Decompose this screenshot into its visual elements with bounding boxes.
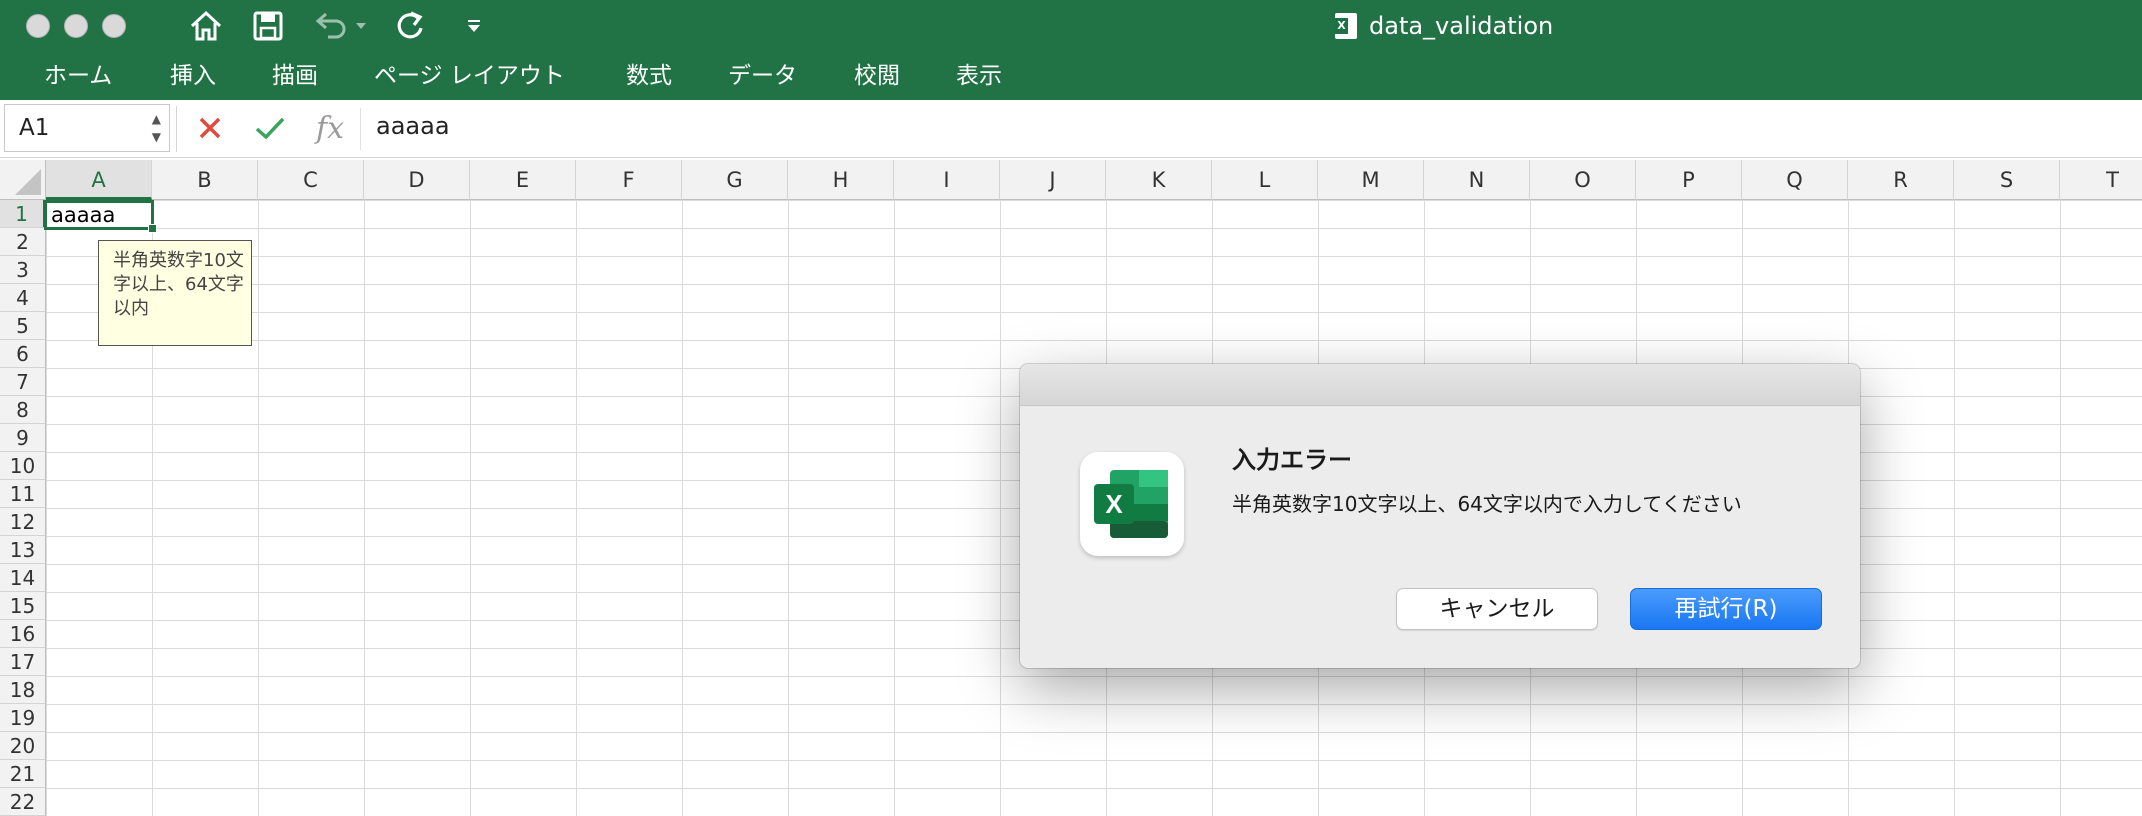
excel-app-icon-letter: X (1105, 489, 1123, 519)
row-header-5[interactable]: 5 (0, 312, 46, 340)
cancel-entry-icon[interactable] (194, 108, 226, 148)
column-header-g[interactable]: G (682, 160, 788, 200)
tab-formulas[interactable]: 数式 (626, 56, 672, 96)
dialog-title-bar (1020, 364, 1860, 406)
column-header-k[interactable]: K (1106, 160, 1212, 200)
row-header-4[interactable]: 4 (0, 284, 46, 312)
tab-data[interactable]: データ (728, 56, 797, 96)
formula-bar-divider (176, 106, 177, 152)
confirm-entry-icon[interactable] (252, 108, 288, 148)
tab-view[interactable]: 表示 (956, 56, 1002, 96)
row-header-15[interactable]: 15 (0, 592, 46, 620)
insert-function-icon[interactable]: fx (312, 108, 348, 148)
row-header-19[interactable]: 19 (0, 704, 46, 732)
row-header-16[interactable]: 16 (0, 620, 46, 648)
tab-page-layout[interactable]: ページ レイアウト (374, 56, 565, 96)
column-header-s[interactable]: S (1954, 160, 2060, 200)
select-all-corner[interactable] (0, 160, 46, 200)
name-box-stepper-icon[interactable]: ▲ ▼ (152, 110, 161, 146)
row-header-8[interactable]: 8 (0, 396, 46, 424)
column-header-c[interactable]: C (258, 160, 364, 200)
excel-file-icon: X (1335, 13, 1357, 39)
close-window-button[interactable] (26, 14, 50, 38)
excel-app-icon: X (1080, 452, 1184, 556)
row-header-9[interactable]: 9 (0, 424, 46, 452)
column-header-j[interactable]: J (1000, 160, 1106, 200)
row-header-22[interactable]: 22 (0, 788, 46, 816)
name-box-value: A1 (19, 115, 50, 141)
column-header-t[interactable]: T (2060, 160, 2142, 200)
column-header-b[interactable]: B (152, 160, 258, 200)
row-header-13[interactable]: 13 (0, 536, 46, 564)
ribbon: X data_validation ホーム 挿入 描画 ページ レイアウト 数式… (0, 0, 2142, 100)
formula-bar: A1 ▲ ▼ fx aaaaa (0, 100, 2142, 158)
row-header-3[interactable]: 3 (0, 256, 46, 284)
tab-insert[interactable]: 挿入 (170, 56, 216, 96)
input-error-dialog: X 入力エラー 半角英数字10文字以上、64文字以内で入力してください キャンセ… (1020, 364, 1860, 668)
column-header-m[interactable]: M (1318, 160, 1424, 200)
column-header-p[interactable]: P (1636, 160, 1742, 200)
save-icon[interactable] (248, 8, 288, 44)
row-header-21[interactable]: 21 (0, 760, 46, 788)
fill-handle[interactable] (148, 224, 157, 233)
zoom-window-button[interactable] (102, 14, 126, 38)
column-header-d[interactable]: D (364, 160, 470, 200)
cancel-button[interactable]: キャンセル (1396, 588, 1598, 630)
column-header-h[interactable]: H (788, 160, 894, 200)
row-header-18[interactable]: 18 (0, 676, 46, 704)
redo-icon[interactable] (390, 8, 430, 44)
column-header-e[interactable]: E (470, 160, 576, 200)
column-header-r[interactable]: R (1848, 160, 1954, 200)
dialog-message: 半角英数字10文字以上、64文字以内で入力してください (1232, 492, 1742, 516)
row-header-10[interactable]: 10 (0, 452, 46, 480)
row-header-6[interactable]: 6 (0, 340, 46, 368)
document-title: X data_validation (1335, 8, 1553, 44)
minimize-window-button[interactable] (64, 14, 88, 38)
row-header-2[interactable]: 2 (0, 228, 46, 256)
tab-review[interactable]: 校閲 (854, 56, 900, 96)
column-header-n[interactable]: N (1424, 160, 1530, 200)
row-header-14[interactable]: 14 (0, 564, 46, 592)
column-header-a[interactable]: A (46, 160, 152, 200)
retry-button[interactable]: 再試行(R) (1630, 588, 1822, 630)
selected-cell-a1[interactable]: aaaaa (44, 200, 157, 233)
undo-icon[interactable] (312, 8, 372, 44)
column-header-l[interactable]: L (1212, 160, 1318, 200)
title-bar: X data_validation (0, 0, 2142, 52)
formula-input[interactable]: aaaaa (376, 112, 450, 140)
cell-a1-value: aaaaa (51, 203, 116, 227)
input-message-tooltip: 半角英数字10文字以上、64文字以内 (98, 240, 252, 346)
row-header-7[interactable]: 7 (0, 368, 46, 396)
home-icon[interactable] (186, 8, 226, 44)
column-header-o[interactable]: O (1530, 160, 1636, 200)
name-box[interactable]: A1 ▲ ▼ (4, 104, 170, 152)
dialog-title: 入力エラー (1232, 446, 1352, 474)
formula-bar-divider-2 (360, 108, 361, 150)
column-header-f[interactable]: F (576, 160, 682, 200)
column-header-q[interactable]: Q (1742, 160, 1848, 200)
row-header-20[interactable]: 20 (0, 732, 46, 760)
row-header-1[interactable]: 1 (0, 200, 46, 228)
row-header-12[interactable]: 12 (0, 508, 46, 536)
row-header-17[interactable]: 17 (0, 648, 46, 676)
column-header-i[interactable]: I (894, 160, 1000, 200)
row-header-11[interactable]: 11 (0, 480, 46, 508)
tab-draw[interactable]: 描画 (272, 56, 318, 96)
tab-home[interactable]: ホーム (44, 56, 112, 96)
customize-toolbar-icon[interactable] (462, 8, 486, 44)
document-title-text: data_validation (1369, 12, 1554, 40)
